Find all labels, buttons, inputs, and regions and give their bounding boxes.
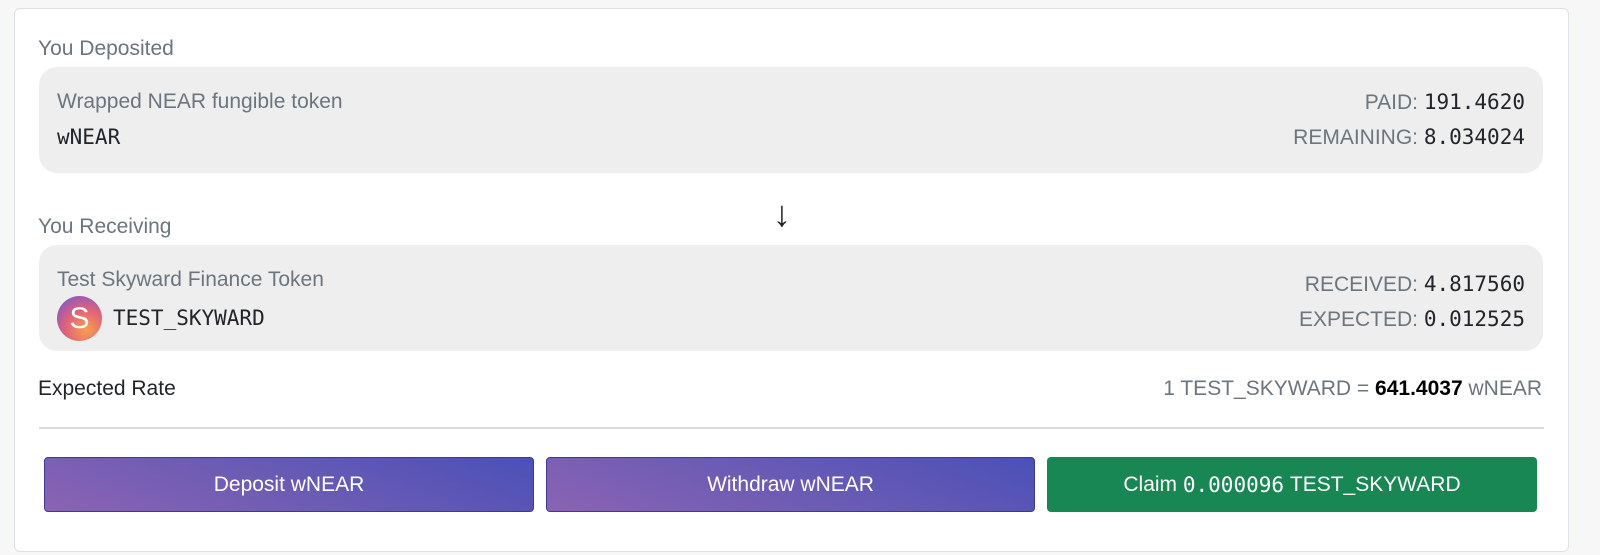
- rate-suffix: wNEAR: [1468, 377, 1542, 400]
- receiving-section-label: You Receiving: [38, 215, 172, 238]
- remaining-label: REMAINING:: [1293, 126, 1418, 149]
- remaining-value: 8.034024: [1423, 125, 1525, 149]
- deposited-token-symbol: wNEAR: [57, 125, 121, 149]
- paid-label: PAID:: [1364, 91, 1418, 114]
- receiving-token-symbol: TEST_SKYWARD: [113, 306, 265, 330]
- skyward-token-icon: S: [57, 296, 102, 341]
- claim-prefix: Claim: [1123, 472, 1178, 496]
- paid-stat: PAID: 191.4620: [1365, 90, 1525, 115]
- deposited-section-label: You Deposited: [38, 37, 174, 60]
- paid-value: 191.4620: [1423, 90, 1525, 114]
- withdraw-button[interactable]: Withdraw wNEAR: [546, 457, 1035, 512]
- arrow-down-icon: ↓: [773, 193, 791, 234]
- received-value: 4.817560: [1423, 272, 1525, 296]
- rate-prefix: 1 TEST_SKYWARD =: [1163, 377, 1370, 400]
- rate-number: 641.4037: [1375, 377, 1463, 400]
- divider: [39, 427, 1544, 429]
- deposited-token-box: Wrapped NEAR fungible token wNEAR PAID: …: [39, 67, 1543, 173]
- sale-card: You Deposited Wrapped NEAR fungible toke…: [14, 8, 1569, 552]
- deposited-token-name: Wrapped NEAR fungible token: [57, 90, 343, 113]
- deposit-button[interactable]: Deposit wNEAR: [44, 457, 534, 512]
- received-stat: RECEIVED: 4.817560: [1305, 272, 1525, 297]
- expected-label: EXPECTED:: [1298, 308, 1418, 331]
- receiving-token-box: Test Skyward Finance Token S TEST_SKYWAR…: [39, 245, 1543, 351]
- claim-button[interactable]: Claim 0.000096 TEST_SKYWARD: [1047, 457, 1537, 512]
- expected-rate-value: 1 TEST_SKYWARD = 641.4037 wNEAR: [1163, 377, 1542, 401]
- received-label: RECEIVED:: [1304, 273, 1418, 296]
- claim-amount: 0.000096: [1182, 472, 1285, 497]
- expected-value: 0.012525: [1423, 307, 1525, 331]
- receiving-token-name: Test Skyward Finance Token: [57, 268, 324, 291]
- expected-rate-label: Expected Rate: [38, 377, 176, 400]
- claim-suffix: TEST_SKYWARD: [1289, 472, 1461, 496]
- expected-stat: EXPECTED: 0.012525: [1299, 307, 1525, 332]
- remaining-stat: REMAINING: 8.034024: [1293, 125, 1525, 150]
